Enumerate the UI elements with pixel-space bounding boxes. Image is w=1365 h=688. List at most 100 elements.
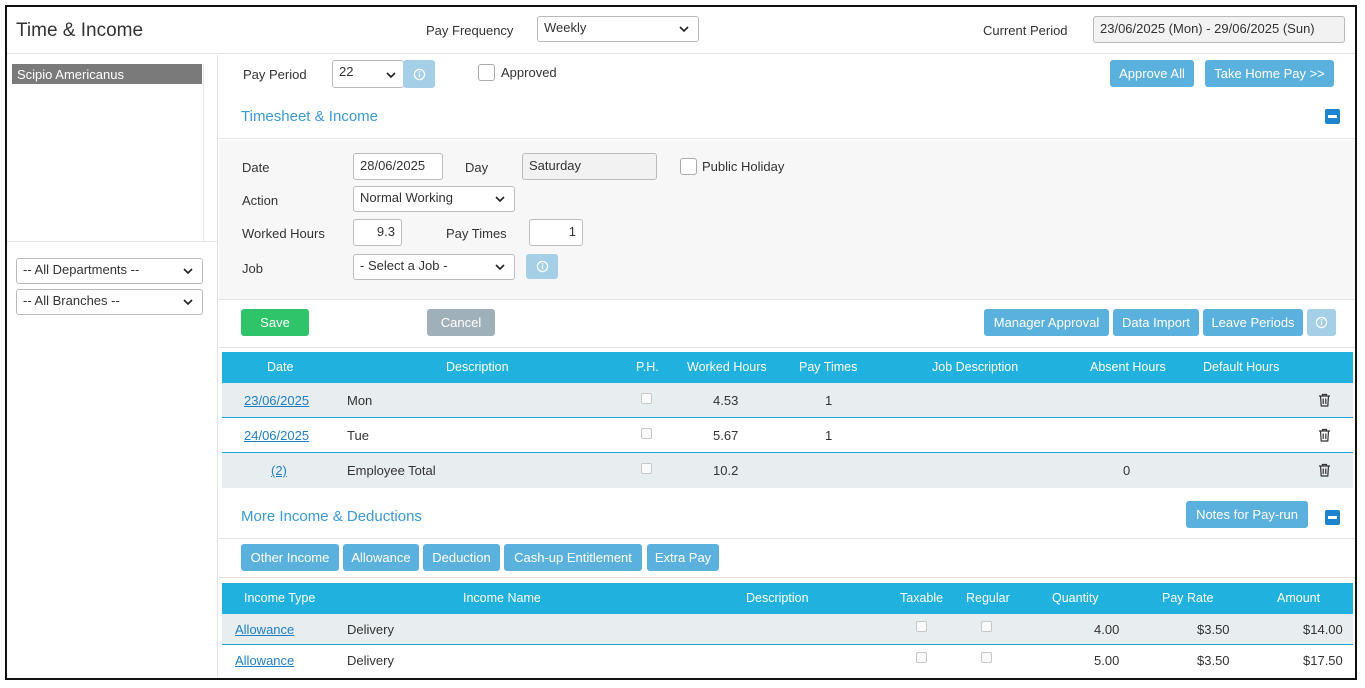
chevron-down-icon [386,72,396,79]
tab-extra-pay[interactable]: Extra Pay [647,544,719,571]
tab-cash-up-entitlement[interactable]: Cash-up Entitlement [504,544,642,571]
job-label: Job [242,261,263,276]
income-type-link[interactable]: Allowance [235,653,294,668]
public-holiday-checkbox[interactable] [680,158,697,175]
table-row[interactable]: 23/06/2025 Mon 4.53 1 [222,383,1353,418]
employee-list-item[interactable]: Scipio Americanus [12,64,202,84]
column-header: Absent Hours [1090,360,1166,374]
public-holiday-label: Public Holiday [702,159,785,174]
income-table-header: Income Type Income Name Description Taxa… [222,583,1353,614]
table-row[interactable]: Allowance Delivery 4.00 $3.50 $14.00 [222,614,1353,645]
departments-filter-value: -- All Departments -- [23,262,140,277]
approve-all-button[interactable]: Approve All [1110,60,1194,87]
top-bar: Time & Income Pay Frequency Weekly Curre… [7,7,1355,54]
departments-filter[interactable]: -- All Departments -- [16,258,203,284]
collapse-icon[interactable] [1325,109,1340,124]
branches-filter-value: -- All Branches -- [23,293,120,308]
row-description: Tue [347,428,369,443]
taxable-checkbox [916,621,927,632]
row-worked-hours: 10.2 [713,463,739,478]
income-quantity: 4.00 [1094,622,1120,637]
job-info-button[interactable] [526,254,558,279]
trash-icon[interactable] [1318,463,1331,477]
chevron-down-icon [183,268,193,275]
income-name: Delivery [347,653,394,668]
column-header: Date [267,360,294,374]
income-amount: $17.50 [1303,653,1343,668]
sidebar-divider [7,241,218,242]
row-worked-hours: 5.67 [713,428,739,443]
info-icon [536,260,548,273]
row-worked-hours: 4.53 [713,393,739,408]
pay-times-input[interactable]: 1 [529,219,583,246]
row-date-link[interactable]: 23/06/2025 [244,393,309,408]
column-header: Worked Hours [687,360,767,374]
date-label: Date [242,160,270,175]
worked-hours-input[interactable]: 9.3 [353,219,402,246]
tab-deduction[interactable]: Deduction [423,544,500,571]
employee-list-scrollbar[interactable] [203,64,215,242]
job-select[interactable]: - Select a Job - [353,254,515,280]
row-date-link[interactable]: (2) [271,463,287,478]
row-pay-times: 1 [825,393,833,408]
branches-filter[interactable]: -- All Branches -- [16,289,203,315]
pay-period-value: 22 [339,64,354,79]
worked-hours-label: Worked Hours [242,226,325,241]
column-header: Income Type [244,591,316,605]
divider [219,347,1355,348]
approved-label: Approved [501,65,557,80]
leave-periods-button[interactable]: Leave Periods [1203,309,1303,336]
row-description: Employee Total [347,463,436,478]
chevron-down-icon [183,299,193,306]
income-section-title: More Income & Deductions [241,508,422,525]
column-header: Job Description [932,360,1019,374]
column-header: Description [746,591,809,605]
income-name: Delivery [347,622,394,637]
column-header: Pay Rate [1162,591,1214,605]
income-pay-rate: $3.50 [1197,622,1230,637]
take-home-pay-button[interactable]: Take Home Pay >> [1205,60,1334,87]
income-section-header: More Income & Deductions Notes for Pay-r… [219,494,1355,539]
collapse-icon[interactable] [1325,510,1340,525]
table-row[interactable]: Allowance Delivery 5.00 $3.50 $17.50 [222,645,1353,676]
action-select[interactable]: Normal Working [353,186,515,212]
timesheet-section-header: Timesheet & Income [219,94,1355,139]
job-value: - Select a Job - [360,258,448,273]
save-button[interactable]: Save [241,309,309,336]
tab-allowance[interactable]: Allowance [343,544,419,571]
date-input[interactable]: 28/06/2025 [353,153,443,180]
tab-other-income[interactable]: Other Income [241,544,339,571]
cancel-button[interactable]: Cancel [427,309,495,336]
trash-icon[interactable] [1318,428,1331,442]
income-amount: $14.00 [1303,622,1343,637]
pay-frequency-value: Weekly [544,20,587,35]
manager-approval-button[interactable]: Manager Approval [984,309,1109,336]
day-field: Saturday [522,153,657,180]
table-row[interactable]: 24/06/2025 Tue 5.67 1 [222,418,1353,453]
row-description: Mon [347,393,373,408]
row-pay-times: 1 [825,428,833,443]
pay-frequency-label: Pay Frequency [426,23,514,38]
pay-frequency-select[interactable]: Weekly [537,16,699,42]
app-window: Time & Income Pay Frequency Weekly Curre… [5,5,1357,680]
data-import-button[interactable]: Data Import [1113,309,1199,336]
income-quantity: 5.00 [1094,653,1120,668]
employee-list[interactable]: Scipio Americanus [12,64,204,242]
table-row[interactable]: (2) Employee Total 10.2 0 [222,453,1353,488]
notes-for-pay-run-button[interactable]: Notes for Pay-run [1186,501,1308,528]
approved-checkbox[interactable] [478,64,495,81]
chevron-down-icon [495,196,505,203]
column-header: Taxable [900,591,944,605]
day-label: Day [465,160,489,175]
pay-period-info-button[interactable] [403,60,435,88]
public-holiday-cell-checkbox [641,463,652,474]
leave-periods-info-button[interactable] [1307,309,1336,336]
trash-icon[interactable] [1318,393,1331,407]
income-type-link[interactable]: Allowance [235,622,294,637]
row-date-link[interactable]: 24/06/2025 [244,428,309,443]
public-holiday-cell-checkbox [641,393,652,404]
column-header: Income Name [463,591,541,605]
pay-period-select[interactable]: 22 [332,60,404,88]
column-header: Amount [1277,591,1321,605]
regular-checkbox [981,652,992,663]
